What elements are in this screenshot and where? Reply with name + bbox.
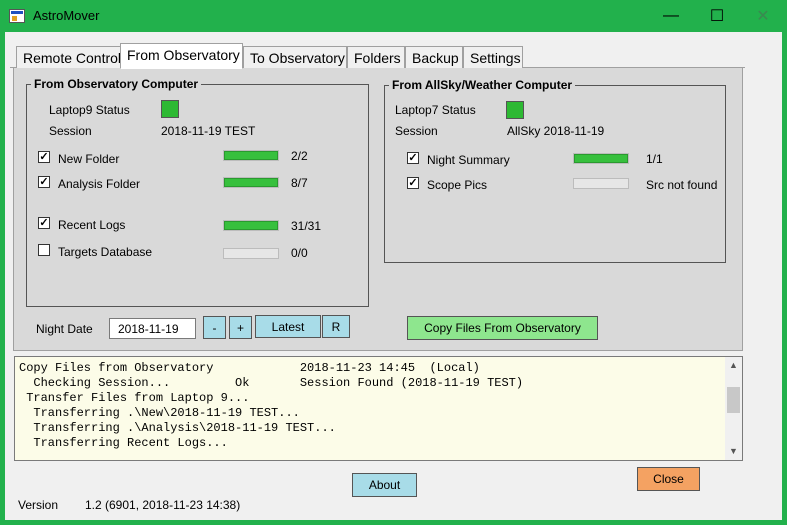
- scroll-up-icon[interactable]: ▲: [729, 360, 738, 370]
- new-folder-progress-fill: [224, 151, 278, 160]
- tab-backup[interactable]: Backup: [405, 46, 463, 68]
- scope-pics-label: Scope Pics: [427, 178, 488, 192]
- log-line: Transfer Files from Laptop 9...: [19, 391, 250, 405]
- targets-database-count: 0/0: [291, 246, 308, 260]
- night-summary-checkbox[interactable]: ✓: [407, 152, 419, 164]
- analysis-folder-count: 8/7: [291, 176, 308, 190]
- maximize-button[interactable]: ☐: [694, 0, 740, 32]
- night-summary-progress-fill: [574, 154, 628, 163]
- minimize-button[interactable]: —: [648, 0, 694, 32]
- analysis-folder-progress: [223, 177, 279, 188]
- allsky-session-label: Session: [395, 124, 438, 138]
- date-decrement-button[interactable]: -: [203, 316, 226, 339]
- date-increment-button[interactable]: +: [229, 316, 252, 339]
- recent-logs-checkbox[interactable]: ✓: [38, 217, 50, 229]
- laptop9-status-indicator: [161, 100, 179, 118]
- scope-pics-progress: [573, 178, 629, 189]
- night-date-field[interactable]: 2018-11-19: [109, 318, 196, 339]
- recent-logs-progress: [223, 220, 279, 231]
- tab-from-observatory[interactable]: From Observatory: [120, 43, 243, 69]
- allsky-group-title: From AllSky/Weather Computer: [389, 78, 576, 92]
- tab-to-observatory[interactable]: To Observatory: [243, 46, 347, 68]
- log-line: Checking Session... Ok Session Found (20…: [19, 376, 524, 390]
- analysis-folder-progress-fill: [224, 178, 278, 187]
- log-line: Transferring Recent Logs...: [19, 436, 228, 450]
- window-title: AstroMover: [33, 8, 100, 23]
- laptop9-status-label: Laptop9 Status: [49, 103, 130, 117]
- close-button[interactable]: Close: [637, 467, 700, 491]
- tab-folders[interactable]: Folders: [347, 46, 405, 68]
- new-folder-progress: [223, 150, 279, 161]
- night-summary-progress: [573, 153, 629, 164]
- recent-logs-count: 31/31: [291, 219, 322, 233]
- new-folder-count: 2/2: [291, 149, 308, 163]
- analysis-folder-label: Analysis Folder: [58, 177, 141, 191]
- new-folder-label: New Folder: [58, 152, 120, 166]
- log-line: Copy Files from Observatory 2018-11-23 1…: [19, 361, 480, 375]
- recent-logs-label: Recent Logs: [58, 218, 126, 232]
- laptop7-status-label: Laptop7 Status: [395, 103, 476, 117]
- scope-pics-count: Src not found: [646, 178, 718, 192]
- allsky-session-value: AllSky 2018-11-19: [507, 124, 605, 138]
- observatory-group: [26, 84, 369, 307]
- version-value: 1.2 (6901, 2018-11-23 14:38): [85, 498, 241, 512]
- app-icon: [9, 9, 25, 23]
- close-window-button[interactable]: ✕: [740, 0, 786, 32]
- session-label: Session: [49, 124, 92, 138]
- targets-database-checkbox[interactable]: [38, 244, 50, 256]
- new-folder-checkbox[interactable]: ✓: [38, 151, 50, 163]
- night-summary-label: Night Summary: [427, 153, 510, 167]
- targets-database-label: Targets Database: [58, 245, 153, 259]
- r-button[interactable]: R: [322, 315, 350, 338]
- tab-settings[interactable]: Settings: [463, 46, 523, 68]
- about-button[interactable]: About: [352, 473, 417, 497]
- scope-pics-checkbox[interactable]: ✓: [407, 177, 419, 189]
- scroll-thumb[interactable]: [727, 387, 740, 413]
- recent-logs-progress-fill: [224, 221, 278, 230]
- targets-database-progress: [223, 248, 279, 259]
- log-output[interactable]: Copy Files from Observatory 2018-11-23 1…: [14, 356, 743, 461]
- log-line: Transferring .\New\2018-11-19 TEST...: [19, 406, 300, 420]
- latest-button[interactable]: Latest: [255, 315, 321, 338]
- night-summary-count: 1/1: [646, 152, 663, 166]
- tab-remote-control[interactable]: Remote Control: [16, 46, 121, 68]
- log-scrollbar[interactable]: ▲ ▼: [725, 357, 742, 460]
- night-date-label: Night Date: [36, 322, 93, 336]
- session-value: 2018-11-19 TEST: [161, 124, 256, 138]
- analysis-folder-checkbox[interactable]: ✓: [38, 176, 50, 188]
- log-line: Transferring .\Analysis\2018-11-19 TEST.…: [19, 421, 336, 435]
- copy-files-button[interactable]: Copy Files From Observatory: [407, 316, 598, 340]
- scroll-down-icon[interactable]: ▼: [729, 446, 738, 456]
- observatory-group-title: From Observatory Computer: [31, 77, 202, 91]
- version-label: Version: [18, 498, 59, 512]
- laptop7-status-indicator: [506, 101, 524, 119]
